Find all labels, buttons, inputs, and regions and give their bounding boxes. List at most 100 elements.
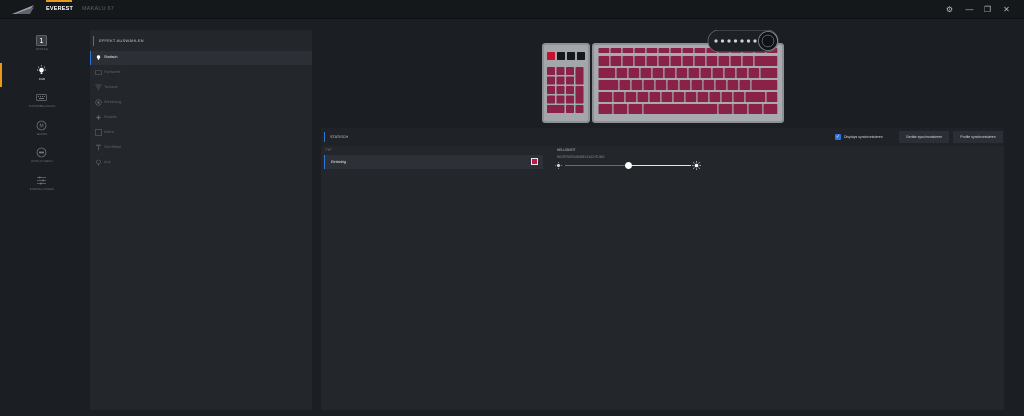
main-key xyxy=(667,80,679,90)
effect-item-off[interactable]: Aus xyxy=(90,156,312,170)
profile-number-icon: 1 xyxy=(36,35,47,46)
main-key xyxy=(694,48,706,53)
main-key xyxy=(694,56,706,66)
numpad-key xyxy=(566,86,574,94)
nav-item-rgb[interactable]: RGB xyxy=(0,65,84,89)
main-keyboard-module xyxy=(592,43,784,123)
media-key xyxy=(567,52,575,60)
brightness-label: HELLIGKEIT xyxy=(557,148,576,152)
nav-item-macro[interactable]: M MAKRO xyxy=(0,120,84,144)
main-key xyxy=(676,68,688,78)
effect-label: Reaktiv xyxy=(104,115,117,119)
nav-item-keymapping[interactable]: TASTENBELEGUNG xyxy=(0,92,84,116)
numpad-key xyxy=(547,76,555,85)
sync-displays-checkbox[interactable]: ✓ xyxy=(835,134,841,140)
nav-item-display-menu[interactable]: DISPLAY-MENÜ xyxy=(0,147,84,171)
main-key xyxy=(718,104,733,114)
effect-item-text[interactable]: Schrifthall xyxy=(90,141,312,155)
effect-label: Matrix xyxy=(104,130,115,134)
main-key xyxy=(706,56,718,66)
dock-button xyxy=(753,39,757,43)
color-swatch[interactable] xyxy=(531,158,538,165)
numpad-key xyxy=(547,67,555,75)
close-icon[interactable]: ✕ xyxy=(1001,4,1012,15)
effect-item-tornado[interactable]: Tornado xyxy=(90,81,312,95)
type-selector[interactable]: Einfarbig xyxy=(324,155,543,169)
main-key xyxy=(724,68,736,78)
keyboard-preview xyxy=(542,30,784,123)
main-key xyxy=(730,56,742,66)
effect-panel-header: EFFEKT AUSWÄHLEN xyxy=(93,36,309,46)
main-key xyxy=(598,56,610,66)
main-key xyxy=(652,68,664,78)
minimize-icon[interactable]: — xyxy=(964,4,975,15)
numpad-module xyxy=(542,43,590,123)
backlight-label: HINTERGRUNDBELEUCHTUNG xyxy=(557,155,605,159)
effect-item-matrix[interactable]: Matrix xyxy=(90,126,312,140)
main-key xyxy=(655,80,667,90)
tab-everest[interactable]: EVEREST xyxy=(46,0,73,19)
main-key xyxy=(712,68,724,78)
main-key xyxy=(751,80,778,90)
dock-button xyxy=(714,39,718,43)
main-key xyxy=(682,56,694,66)
sliders-icon xyxy=(37,176,46,185)
nav-item-settings[interactable]: EINSTELLUNGEN xyxy=(0,175,84,199)
main-key xyxy=(733,92,745,102)
main-key xyxy=(748,104,763,114)
numpad-key xyxy=(547,86,555,94)
effect-item-static[interactable]: Statisch xyxy=(90,51,312,65)
effect-item-reactive[interactable]: Reaktiv xyxy=(90,111,312,125)
brightness-low-icon xyxy=(555,162,562,169)
nav-item-profile[interactable]: 1 PROFILE xyxy=(0,35,84,59)
main-key xyxy=(625,92,637,102)
main-key xyxy=(631,80,643,90)
main-key xyxy=(661,92,673,102)
type-accent-bar xyxy=(324,155,325,169)
main-key xyxy=(703,80,715,90)
tab-makalu-67[interactable]: MAKALU 67 xyxy=(82,0,114,19)
mountain-logo-icon xyxy=(12,5,34,14)
sync-devices-button[interactable]: Geräte synchronisieren xyxy=(899,131,949,143)
matrix-icon xyxy=(95,129,102,136)
sync-profiles-button[interactable]: Profile synchronisieren xyxy=(953,131,1003,143)
main-key xyxy=(646,56,658,66)
brightness-slider-thumb[interactable] xyxy=(624,162,632,169)
media-key xyxy=(557,52,565,60)
bulb-icon xyxy=(96,55,101,60)
main-key xyxy=(715,80,727,90)
main-key xyxy=(736,68,748,78)
settings-panel: STATISCH ✓ Displays synchronisieren Gerä… xyxy=(321,128,1004,410)
main-key xyxy=(628,104,643,114)
numpad-key xyxy=(566,95,574,104)
main-key xyxy=(643,80,655,90)
main-key xyxy=(649,92,661,102)
main-key xyxy=(640,68,652,78)
main-key xyxy=(598,48,610,53)
main-key xyxy=(622,48,634,53)
main-key xyxy=(733,104,748,114)
main-key xyxy=(748,68,760,78)
reactive-icon xyxy=(95,114,102,121)
dock-button xyxy=(733,39,738,43)
effect-panel-title: EFFEKT AUSWÄHLEN xyxy=(99,38,144,43)
nav-label-display-menu: DISPLAY-MENÜ xyxy=(31,160,53,163)
gear-icon[interactable]: ⚙ xyxy=(944,4,955,15)
effect-item-colorwave[interactable]: Farbwelle xyxy=(90,66,312,80)
effect-item-swirl[interactable]: Wirbelung xyxy=(90,96,312,110)
main-key xyxy=(610,56,622,66)
wave-keyboard-icon xyxy=(95,70,102,75)
nav-label-settings: EINSTELLUNGEN xyxy=(29,188,55,191)
dock-button xyxy=(720,39,725,43)
tornado-icon xyxy=(95,84,102,90)
display-menu-icon xyxy=(36,147,47,158)
restore-icon[interactable]: ❐ xyxy=(982,4,993,15)
main-key xyxy=(679,80,691,90)
nav-label-profile: PROFILE xyxy=(35,48,49,51)
main-key xyxy=(664,68,676,78)
numpad-key xyxy=(556,86,565,94)
brightness-high-icon xyxy=(692,161,701,170)
main-key xyxy=(709,92,721,102)
main-key xyxy=(721,92,733,102)
swirl-icon xyxy=(95,99,102,106)
